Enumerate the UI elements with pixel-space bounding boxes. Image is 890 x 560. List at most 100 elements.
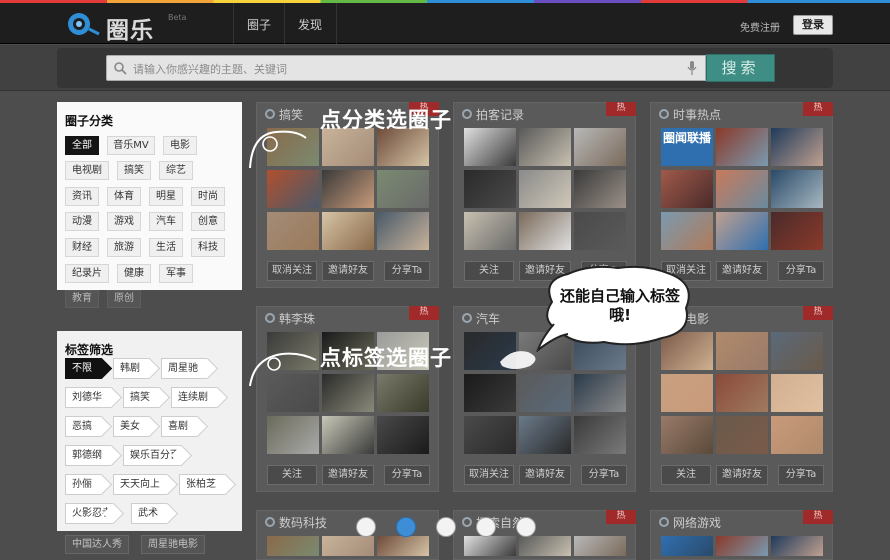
category-cars[interactable]: 汽车	[149, 212, 183, 231]
microphone-icon[interactable]	[686, 60, 698, 76]
category-health[interactable]: 健康	[117, 264, 151, 283]
tag-beauty[interactable]: 美女	[113, 416, 149, 437]
video-thumbnail[interactable]	[267, 416, 319, 454]
circle-card-title[interactable]: 汽车	[476, 310, 500, 327]
video-thumbnail[interactable]	[519, 170, 571, 208]
video-thumbnail[interactable]	[574, 128, 626, 166]
circle-card[interactable]: 时事热点热圈闻联播 取消关注 邀请好友 分享Ta	[650, 102, 833, 288]
video-thumbnail[interactable]	[464, 170, 516, 208]
logo[interactable]: 圈乐 Beta	[66, 11, 186, 44]
video-thumbnail[interactable]	[716, 536, 768, 556]
tag-funny[interactable]: 搞笑	[123, 387, 159, 408]
tag-martial-arts[interactable]: 武术	[131, 503, 167, 524]
video-thumbnail[interactable]	[716, 170, 768, 208]
tag-spoof[interactable]: 恶搞	[65, 416, 101, 437]
follow-button[interactable]: 取消关注	[267, 261, 317, 281]
category-creative[interactable]: 创意	[191, 212, 225, 231]
pager-dot[interactable]	[356, 517, 376, 537]
invite-friends-button[interactable]: 邀请好友	[716, 261, 768, 281]
video-thumbnail[interactable]	[519, 416, 571, 454]
tag-unlimited[interactable]: 不限	[65, 358, 101, 379]
video-thumbnail[interactable]	[771, 212, 823, 250]
share-button[interactable]: 分享Ta	[778, 261, 824, 281]
category-funny[interactable]: 搞笑	[117, 161, 151, 180]
nav-discover[interactable]: 发现	[298, 16, 322, 33]
video-thumbnail[interactable]	[574, 536, 626, 556]
circle-card[interactable]: 韩李珠 热关注 邀请好友 分享Ta	[256, 306, 439, 492]
search-button[interactable]: 搜索	[706, 54, 775, 82]
circle-card-title[interactable]: 韩李珠	[279, 310, 315, 327]
circle-card[interactable]: 网络游戏 热	[650, 510, 833, 560]
share-button[interactable]: 分享Ta	[778, 465, 824, 485]
follow-button[interactable]: 关注	[267, 465, 317, 485]
follow-button[interactable]: 取消关注	[464, 465, 514, 485]
video-thumbnail[interactable]	[771, 416, 823, 454]
invite-friends-button[interactable]: 邀请好友	[716, 465, 768, 485]
pager-dot[interactable]	[516, 517, 536, 537]
category-music-mv[interactable]: 音乐MV	[107, 136, 155, 155]
video-thumbnail[interactable]	[771, 128, 823, 166]
category-documentary[interactable]: 纪录片	[65, 264, 109, 283]
share-button[interactable]: 分享Ta	[384, 261, 430, 281]
category-all[interactable]: 全部	[65, 136, 99, 155]
pager-dot[interactable]	[476, 517, 496, 537]
tag-entertainment-100[interactable]: 娱乐百分百	[123, 445, 181, 466]
share-button[interactable]: 分享Ta	[581, 465, 627, 485]
video-thumbnail[interactable]	[661, 536, 713, 556]
category-travel[interactable]: 旅游	[107, 238, 141, 257]
pager-dot-active[interactable]	[396, 517, 416, 537]
category-finance[interactable]: 财经	[65, 238, 99, 257]
video-thumbnail[interactable]	[377, 170, 429, 208]
category-sports[interactable]: 体育	[107, 187, 141, 206]
tag-zhou-xingchi[interactable]: 周星驰	[161, 358, 207, 379]
tag-sun-li[interactable]: 孙俪	[65, 474, 101, 495]
video-thumbnail[interactable]	[464, 128, 516, 166]
video-thumbnail[interactable]	[267, 536, 319, 556]
video-thumbnail[interactable]	[322, 536, 374, 556]
video-thumbnail[interactable]	[716, 332, 768, 370]
video-thumbnail[interactable]	[716, 128, 768, 166]
video-thumbnail[interactable]	[661, 170, 713, 208]
tag-comedy[interactable]: 喜剧	[161, 416, 197, 437]
category-education[interactable]: 教育	[65, 290, 99, 308]
video-thumbnail[interactable]	[464, 212, 516, 250]
invite-friends-button[interactable]: 邀请好友	[322, 261, 374, 281]
video-thumbnail[interactable]	[519, 128, 571, 166]
video-thumbnail[interactable]	[771, 170, 823, 208]
video-thumbnail[interactable]	[716, 416, 768, 454]
category-celebrity[interactable]: 明星	[149, 187, 183, 206]
category-variety[interactable]: 综艺	[159, 161, 193, 180]
tag-naruto[interactable]: 火影忍者	[65, 503, 113, 524]
video-thumbnail[interactable]	[771, 536, 823, 556]
pager-dot[interactable]	[436, 517, 456, 537]
video-thumbnail[interactable]	[322, 416, 374, 454]
category-anime[interactable]: 动漫	[65, 212, 99, 231]
video-thumbnail[interactable]	[322, 212, 374, 250]
tag-guo-degang[interactable]: 郭德纲	[65, 445, 111, 466]
follow-button[interactable]: 关注	[464, 261, 514, 281]
circle-card-title[interactable]: 拍客记录	[476, 106, 524, 123]
video-thumbnail[interactable]	[574, 212, 626, 250]
invite-friends-button[interactable]: 邀请好友	[322, 465, 374, 485]
video-thumbnail[interactable]	[661, 212, 713, 250]
video-thumbnail[interactable]	[267, 212, 319, 250]
video-thumbnail[interactable]	[661, 374, 713, 412]
video-thumbnail[interactable]	[771, 374, 823, 412]
category-movie[interactable]: 电影	[163, 136, 197, 155]
invite-friends-button[interactable]: 邀请好友	[519, 465, 571, 485]
circle-card-title[interactable]: 数码科技	[279, 514, 327, 531]
category-fashion[interactable]: 时尚	[191, 187, 225, 206]
tag-zhang-baizhi[interactable]: 张柏芝	[179, 474, 225, 495]
category-games[interactable]: 游戏	[107, 212, 141, 231]
login-button[interactable]: 登录	[793, 15, 833, 35]
video-thumbnail[interactable]	[716, 374, 768, 412]
video-thumbnail[interactable]	[322, 170, 374, 208]
category-tech[interactable]: 科技	[191, 238, 225, 257]
circle-card[interactable]: 拍客记录热关注邀请好友分享Ta	[453, 102, 636, 288]
video-thumbnail[interactable]	[661, 416, 713, 454]
video-thumbnail[interactable]	[574, 374, 626, 412]
circle-card-title[interactable]: 网络游戏	[673, 514, 721, 531]
video-thumbnail[interactable]	[574, 416, 626, 454]
video-thumbnail[interactable]	[519, 536, 571, 556]
category-tv-series[interactable]: 电视剧	[65, 161, 109, 180]
